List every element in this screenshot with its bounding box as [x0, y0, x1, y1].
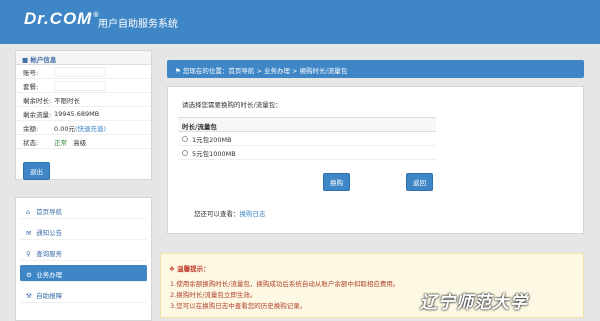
- account-key: 剩余时长:: [23, 96, 52, 105]
- buy-button[interactable]: 换购: [323, 173, 350, 191]
- envelope-icon: ✉: [26, 229, 32, 237]
- package-option[interactable]: 1元包200MB: [178, 132, 436, 146]
- watermark: 辽宁师范大学: [420, 293, 528, 313]
- table-header: 时长/流量包: [178, 118, 436, 132]
- nav-item-notice[interactable]: ✉ 通知公告: [20, 223, 147, 240]
- breadcrumb-text: 您现在的位置：首页导航 > 业务办理 > 换购时长/流量包: [182, 67, 348, 75]
- package-label: 5元包1000MB: [192, 149, 236, 158]
- header: Dr.COM® 用户自助服务系统: [0, 0, 600, 44]
- account-row-time: 剩余时长: 不限时长: [16, 93, 151, 107]
- account-row-status: 状态: 正常 高级: [16, 135, 151, 149]
- remaining-traffic-value: 19945.689MB: [54, 109, 100, 118]
- nav-label: 自助报障: [36, 292, 63, 300]
- remaining-time-value: 不限时长: [54, 96, 80, 105]
- home-icon: ⌂: [26, 208, 31, 216]
- breadcrumb: ⚑ 您现在的位置：首页导航 > 业务办理 > 换购时长/流量包: [167, 60, 584, 78]
- side-nav: ⌂ 首页导航 ✉ 通知公告 ⚲ 查询服务 ⚙ 业务办理 ⚒ 自助报障: [15, 197, 152, 321]
- radio-button[interactable]: [182, 149, 188, 156]
- nav-label: 首页导航: [36, 208, 63, 216]
- account-key: 账号:: [23, 68, 39, 77]
- nav-item-query[interactable]: ⚲ 查询服务: [20, 244, 147, 261]
- logo-text: Dr.COM: [24, 9, 93, 28]
- account-panel-title: ■ 帐户信息: [16, 51, 151, 65]
- see-also-prefix: 您还可以查看：: [194, 210, 240, 218]
- account-row-balance: 余额: 0.00元 (快速充值): [16, 121, 151, 135]
- tag-icon: ⚑: [175, 67, 181, 75]
- nav-item-report[interactable]: ⚒ 自助报障: [20, 286, 147, 303]
- status-level: 高级: [73, 138, 87, 147]
- tip-line: 3.您可以在换购日志中查看您的历史换购记录。: [170, 302, 307, 310]
- account-row-id: 账号:: [16, 65, 151, 79]
- quick-recharge-link[interactable]: (快速充值): [75, 123, 106, 133]
- account-row-plan: 套餐:: [16, 79, 151, 93]
- tip-line: 1.使用余额换购时长/流量包，换购成功后系统自动从账户余额中扣取相应费用。: [170, 280, 400, 288]
- logo: Dr.COM®: [24, 9, 100, 29]
- account-row-traffic: 剩余流量: 19945.689MB: [16, 107, 151, 121]
- package-option[interactable]: 5元包1000MB: [178, 146, 436, 160]
- nav-item-home[interactable]: ⌂ 首页导航: [20, 202, 147, 219]
- search-icon: ⚲: [26, 250, 31, 258]
- see-also: 您还可以查看：换购日志: [194, 208, 266, 218]
- wrench-icon: ⚒: [26, 292, 32, 300]
- purchase-log-link[interactable]: 换购日志: [240, 210, 266, 218]
- user-icon: ■: [22, 56, 29, 64]
- account-panel: ■ 帐户信息 账号: 套餐: 剩余时长: 不限时长 剩余流量: 19945.689M…: [15, 50, 152, 180]
- select-prompt: 请选择您需要换购的时长/流量包：: [182, 101, 282, 109]
- package-label: 1元包200MB: [192, 135, 232, 144]
- purchase-panel: 请选择您需要换购的时长/流量包： 时长/流量包 1元包200MB 5元包1000…: [167, 86, 584, 234]
- tips-title-label: 温馨提示：: [177, 265, 210, 273]
- app-title: 用户自助服务系统: [98, 19, 178, 30]
- tip-line: 2.换购时长/流量包立即生效。: [170, 291, 257, 299]
- account-plan-value: [54, 80, 106, 91]
- account-key: 余额:: [23, 124, 39, 133]
- account-key: 套餐:: [23, 82, 39, 91]
- radio-button[interactable]: [182, 135, 188, 142]
- balance-value: 0.00元: [54, 124, 75, 133]
- nav-item-business[interactable]: ⚙ 业务办理: [20, 265, 147, 282]
- account-id-value: [54, 66, 106, 77]
- status-value: 正常: [54, 138, 67, 147]
- account-key: 状态:: [23, 138, 39, 147]
- paperclip-icon: ❖: [169, 265, 175, 273]
- account-title-label: 帐户信息: [30, 56, 57, 64]
- gear-icon: ⚙: [26, 271, 32, 279]
- nav-label: 业务办理: [36, 271, 63, 279]
- back-button[interactable]: 返回: [406, 173, 433, 191]
- account-key: 剩余流量:: [23, 110, 52, 119]
- nav-label: 查询服务: [36, 250, 63, 258]
- nav-label: 通知公告: [36, 229, 63, 237]
- package-table: 时长/流量包 1元包200MB 5元包1000MB: [178, 117, 436, 160]
- exit-button[interactable]: 退出: [23, 162, 50, 180]
- tips-title: ❖ 温馨提示：: [169, 263, 210, 273]
